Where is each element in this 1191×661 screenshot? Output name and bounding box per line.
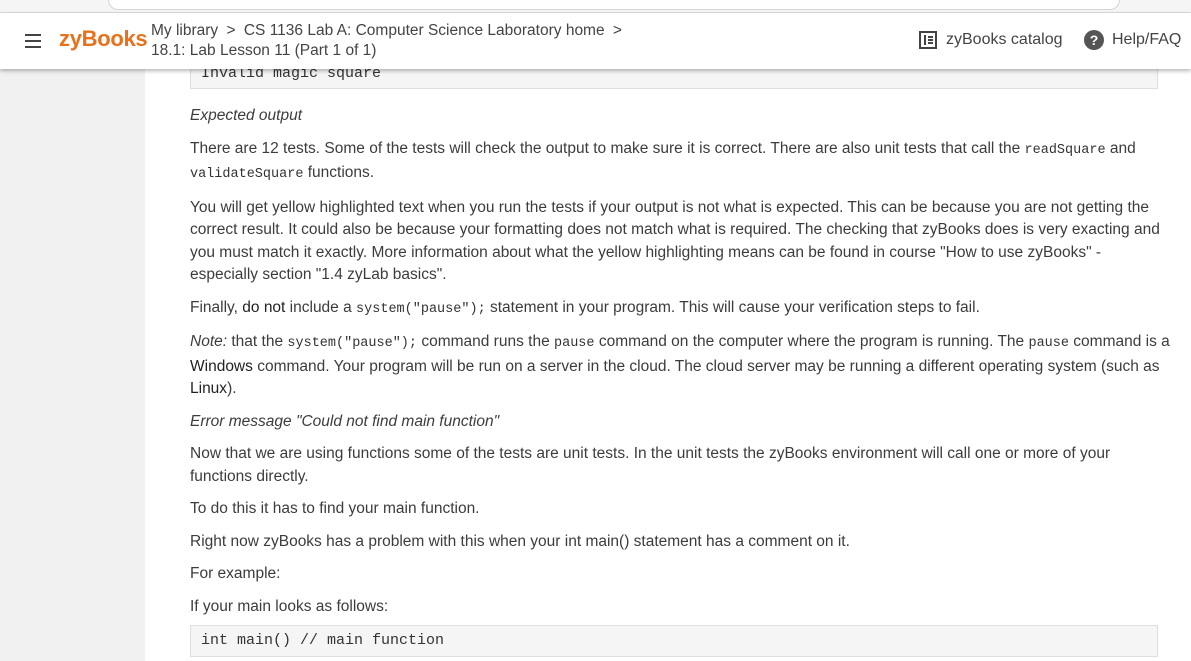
instructions-text: Expected output There are 12 tests. Some… bbox=[190, 105, 1170, 628]
paragraph-tests: There are 12 tests. Some of the tests wi… bbox=[190, 138, 1170, 187]
catalog-label: zyBooks catalog bbox=[946, 31, 1063, 48]
top-navigation-bar: zyBooks My library > CS 1136 Lab A: Comp… bbox=[0, 13, 1191, 69]
code-system-pause: system("pause"); bbox=[356, 301, 486, 317]
note-label: Note: bbox=[190, 333, 228, 350]
code-pause: pause bbox=[1028, 336, 1069, 351]
book-catalog-icon bbox=[919, 31, 937, 49]
text-span: command on the computer where the progra… bbox=[594, 333, 1029, 350]
linux-emphasis: Linux bbox=[190, 380, 228, 397]
expected-output-heading: Expected output bbox=[190, 107, 303, 124]
paragraph-do-not-pause: Finally, do not include a system("pause"… bbox=[190, 297, 1170, 322]
code-system-pause: system("pause"); bbox=[287, 336, 418, 351]
text-span: include a bbox=[285, 298, 357, 316]
help-faq-link[interactable]: ? Help/FAQ bbox=[1084, 30, 1181, 50]
breadcrumb-separator: > bbox=[612, 22, 622, 39]
hamburger-menu-icon[interactable] bbox=[25, 34, 41, 48]
text-span: that the bbox=[227, 333, 288, 350]
code-readsquare: readSquare bbox=[1024, 142, 1106, 158]
zybooks-logo[interactable]: zyBooks bbox=[59, 26, 148, 52]
paragraph-for-example: For example: bbox=[190, 565, 281, 582]
text-span: and bbox=[1105, 139, 1136, 157]
code-block-output: Invalid magic square bbox=[190, 69, 1158, 89]
do-not-emphasis: do not bbox=[242, 298, 286, 316]
text-span: There are 12 tests. Some of the tests wi… bbox=[190, 139, 1025, 157]
code-validatesquare: validateSquare bbox=[190, 167, 304, 182]
paragraph-note: Note: that the system("pause"); command … bbox=[190, 331, 1170, 401]
breadcrumb-separator: > bbox=[226, 22, 236, 39]
text-span: command. Your program will be run on a s… bbox=[252, 357, 1160, 375]
lesson-content: Invalid magic square Expected output The… bbox=[145, 69, 1191, 661]
paragraph-unit-tests: Now that we are using functions some of … bbox=[190, 445, 1111, 485]
text-span: ). bbox=[227, 380, 237, 397]
text-span: command is a bbox=[1068, 333, 1170, 350]
windows-emphasis: Windows bbox=[190, 357, 253, 375]
breadcrumb-course[interactable]: CS 1136 Lab A: Computer Science Laborato… bbox=[244, 22, 605, 39]
code-pause: pause bbox=[554, 336, 595, 351]
text-span: statement in your program. This will cau… bbox=[485, 298, 980, 316]
text-span: Finally, bbox=[190, 298, 243, 316]
paragraph-comment-problem: Right now zyBooks has a problem with thi… bbox=[190, 532, 850, 550]
breadcrumb: My library > CS 1136 Lab A: Computer Sci… bbox=[151, 21, 626, 61]
error-message-heading: Error message "Could not find main funct… bbox=[190, 412, 500, 430]
question-circle-icon: ? bbox=[1084, 30, 1104, 50]
paragraph-yellow-highlight: You will get yellow highlighted text whe… bbox=[190, 198, 1160, 284]
paragraph-main-looks: If your main looks as follows: bbox=[190, 597, 389, 615]
zybooks-catalog-link[interactable]: zyBooks catalog bbox=[918, 30, 1063, 50]
code-block-main: int main() // main function bbox=[190, 625, 1158, 657]
breadcrumb-my-library[interactable]: My library bbox=[151, 22, 218, 39]
help-label: Help/FAQ bbox=[1112, 31, 1182, 48]
text-span: command runs the bbox=[417, 333, 554, 350]
paragraph-find-main: To do this it has to find your main func… bbox=[190, 500, 480, 517]
text-span: functions. bbox=[303, 164, 375, 181]
address-bar[interactable] bbox=[108, 0, 1120, 10]
breadcrumb-section: 18.1: Lab Lesson 11 (Part 1 of 1) bbox=[151, 42, 377, 59]
browser-chrome-strip bbox=[0, 0, 1191, 13]
